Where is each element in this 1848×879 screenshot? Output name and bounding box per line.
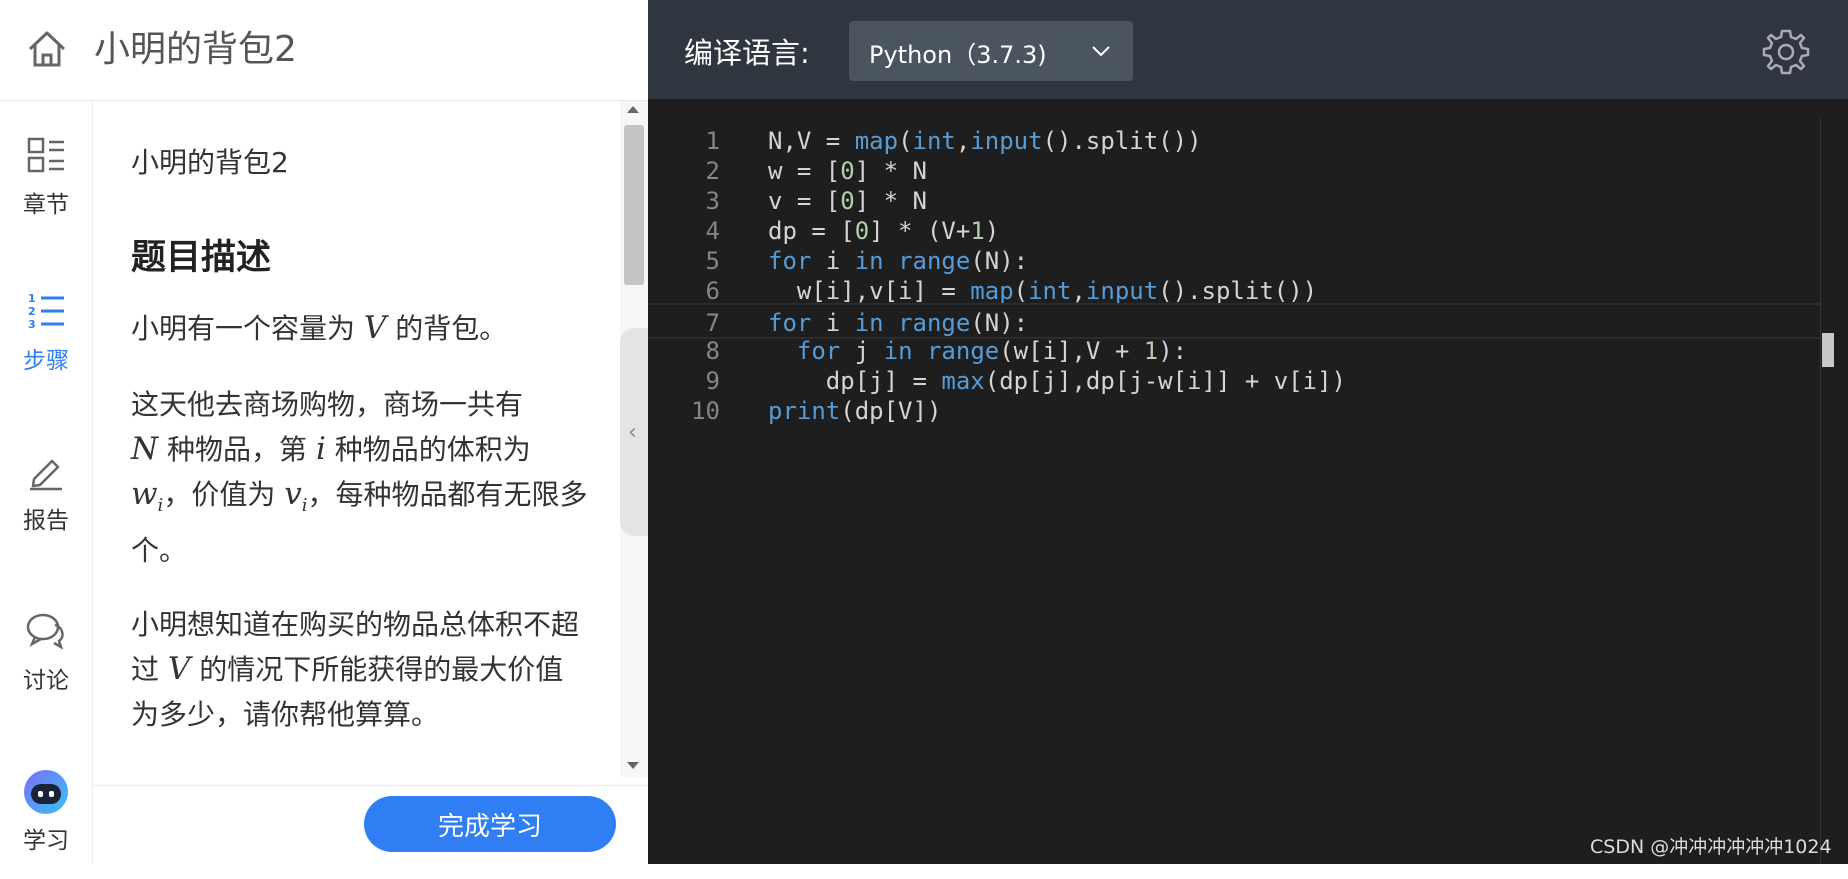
code-text: print(dp[V]) (768, 397, 942, 425)
page-title: 小明的背包2 (94, 29, 297, 70)
paragraph-capacity: 小明有一个容量为 V 的背包。 (131, 306, 591, 351)
scroll-up-arrow-icon[interactable] (627, 106, 639, 113)
math-var: wi (131, 476, 163, 516)
chevron-left-icon[interactable]: ‹ (628, 420, 637, 445)
nav-item-chapters[interactable]: 章节 (0, 135, 92, 245)
text: 小明有一个容量为 (131, 312, 364, 345)
scroll-down-arrow-icon[interactable] (627, 762, 639, 769)
editor-header (648, 0, 1848, 99)
pencil-icon (30, 459, 62, 491)
math-var: w (131, 476, 158, 512)
chat-icon (26, 613, 64, 650)
text: 这天他去商场购物，商场一共有 (131, 388, 524, 421)
top-bar: 小明的背包2 (0, 0, 648, 101)
svg-text:3: 3 (28, 318, 36, 331)
scroll-thumb[interactable] (624, 125, 644, 285)
gear-icon[interactable] (1762, 28, 1810, 76)
nav-item-discussion[interactable]: 讨论 (0, 611, 92, 721)
editor-scrollbar[interactable] (1820, 118, 1848, 864)
editor-scroll-marker[interactable] (1822, 333, 1834, 367)
svg-text:2: 2 (28, 305, 36, 318)
text: ，价值为 (163, 478, 285, 511)
language-select[interactable]: Python（3.7.3) (849, 21, 1133, 81)
nav-item-study[interactable]: 学习 (0, 769, 92, 879)
math-var: N (131, 431, 159, 467)
math-var: V (363, 310, 387, 346)
robot-avatar-icon (24, 770, 68, 814)
text: 种物品的体积为 (325, 433, 531, 466)
language-value: Python（3.7.3) (869, 41, 1047, 69)
text: 的背包。 (386, 312, 508, 345)
paragraph-question: 小明想知道在购买的物品总体积不超过 V 的情况下所能获得的最大价值为多少，请你帮… (131, 602, 591, 737)
problem-pane: 小明的背包2 章节 1 2 3 步骤 报告 讨论 学习 小明的背包2 题目描述 … (0, 0, 648, 865)
math-var: i (315, 431, 326, 467)
paragraph-items: 这天他去商场购物，商场一共有 N 种物品，第 i 种物品的体积为 wi，价值为 vi… (131, 382, 591, 573)
nav-label-steps: 步骤 (23, 348, 69, 374)
problem-title: 小明的背包2 (131, 146, 289, 179)
nav-item-report[interactable]: 报告 (0, 451, 92, 561)
chapters-icon (27, 137, 64, 173)
home-icon[interactable] (26, 28, 68, 70)
code-line[interactable]: 10 print(dp[V]) (648, 393, 1820, 429)
section-heading: 题目描述 (131, 238, 272, 278)
nav-label-discussion: 讨论 (23, 668, 69, 694)
nav-item-steps[interactable]: 1 2 3 步骤 (0, 291, 92, 401)
language-label: 编译语言: (684, 36, 810, 70)
watermark: CSDN @冲冲冲冲冲冲1024 (1590, 836, 1832, 858)
line-number: 10 (691, 397, 720, 425)
problem-content: 小明的背包2 题目描述 小明有一个容量为 V 的背包。 这天他去商场购物，商场一… (93, 101, 620, 785)
math-var: V (167, 651, 191, 687)
nav-label-report: 报告 (23, 508, 69, 534)
steps-icon: 1 2 3 (28, 292, 64, 331)
nav-rail: 章节 1 2 3 步骤 报告 讨论 学习 (0, 101, 93, 864)
finish-learning-button[interactable]: 完成学习 (364, 796, 616, 852)
nav-label-chapters: 章节 (23, 192, 69, 218)
chevron-down-icon (1092, 46, 1110, 57)
code-editor[interactable]: 1 N,V = map(int,input().split()) 2 w = [0] … (648, 99, 1848, 864)
text: 的情况下所能获得的最大价值为多少，请你帮他算算。 (131, 653, 564, 731)
math-var: vi (284, 476, 307, 516)
nav-label-study: 学习 (23, 828, 69, 854)
math-var: v (284, 476, 302, 512)
svg-text:1: 1 (28, 292, 36, 305)
text: 种物品，第 (158, 433, 316, 466)
